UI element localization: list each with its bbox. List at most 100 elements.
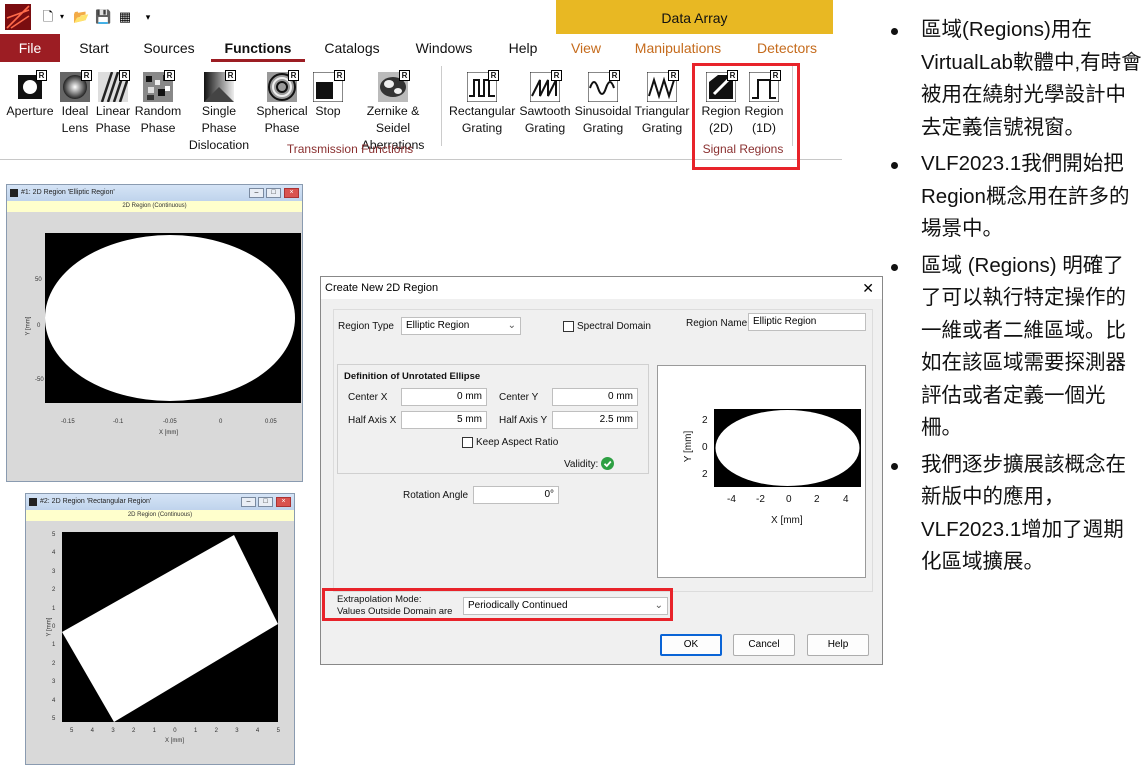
- triangular-grating-button[interactable]: R Triangular Grating: [634, 70, 690, 137]
- x-tick: 3: [111, 728, 115, 734]
- app-logo-icon[interactable]: [5, 4, 31, 30]
- linear-phase-icon: R: [98, 70, 132, 103]
- sinusoidal-grating-button[interactable]: R Sinusoidal Grating: [574, 70, 632, 137]
- tab-catalogs[interactable]: Catalogs: [320, 34, 384, 62]
- tab-windows[interactable]: Windows: [409, 34, 479, 62]
- center-y-input[interactable]: 0 mm: [552, 388, 638, 406]
- region-type-label: Region Type: [338, 321, 394, 332]
- chevron-down-icon[interactable]: ▾: [58, 9, 66, 25]
- window-icon: [10, 189, 18, 197]
- tab-help[interactable]: Help: [502, 34, 544, 62]
- dialog-title-bar[interactable]: Create New 2D Region ✕: [321, 277, 882, 299]
- spectral-domain-checkbox[interactable]: [563, 321, 574, 332]
- tab-sources[interactable]: Sources: [138, 34, 200, 62]
- x-tick: 2: [131, 728, 136, 734]
- x-tick: -0.15: [61, 419, 75, 425]
- tab-detectors[interactable]: Detectors: [752, 34, 822, 62]
- help-button[interactable]: Help: [807, 634, 869, 656]
- x-axis-label: X [mm]: [159, 430, 178, 436]
- rectangular-grating-button[interactable]: R Rectangular Grating: [449, 70, 515, 137]
- aperture-icon: R: [15, 70, 47, 102]
- aberrations-icon: R: [378, 70, 410, 102]
- y-axis-label: Y [mm]: [25, 316, 32, 336]
- group-separator: [441, 66, 442, 146]
- open-folder-icon[interactable]: 📂: [73, 9, 89, 25]
- close-icon[interactable]: ×: [276, 497, 291, 507]
- x-tick: 5: [276, 728, 280, 734]
- stop-button[interactable]: R Stop: [310, 70, 346, 120]
- window-icon: [29, 498, 37, 506]
- rotation-angle-input[interactable]: 0°: [473, 486, 559, 504]
- tab-manipulations[interactable]: Manipulations: [630, 34, 726, 62]
- ok-button[interactable]: OK: [660, 634, 722, 656]
- minimize-icon[interactable]: –: [241, 497, 256, 507]
- region-type-select[interactable]: Elliptic Region ⌄: [401, 317, 521, 335]
- minimize-icon[interactable]: –: [249, 188, 264, 198]
- tab-view[interactable]: View: [565, 34, 607, 62]
- x-tick: 5: [70, 728, 74, 734]
- linear-phase-button[interactable]: R Linear Phase: [94, 70, 132, 137]
- tab-functions[interactable]: Functions: [211, 34, 305, 62]
- x-tick: 1: [193, 728, 198, 734]
- window-title-bar[interactable]: #2: 2D Region 'Rectangular Region' – □ ×: [26, 494, 294, 510]
- rectangular-grating-icon: R: [466, 70, 499, 103]
- ribbon-tabs: File Start Sources Functions Catalogs Wi…: [0, 34, 842, 62]
- close-icon[interactable]: ✕: [862, 280, 874, 296]
- y-tick: 1: [52, 605, 56, 612]
- close-icon[interactable]: ×: [284, 188, 299, 198]
- window-title: #1: 2D Region 'Elliptic Region': [21, 189, 115, 196]
- preview-x-tick: -4: [727, 494, 736, 505]
- window-rectangular-region[interactable]: #2: 2D Region 'Rectangular Region' – □ ×…: [25, 493, 295, 765]
- region-name-label: Region Name: [686, 318, 748, 329]
- y-tick: 4: [52, 697, 56, 704]
- region-name-input[interactable]: Elliptic Region: [748, 313, 866, 331]
- center-x-input[interactable]: 0 mm: [401, 388, 487, 406]
- half-axis-x-input[interactable]: 5 mm: [401, 411, 487, 429]
- ideal-lens-button[interactable]: R Ideal Lens: [58, 70, 92, 137]
- random-phase-icon: R: [143, 70, 175, 102]
- new-file-icon[interactable]: 🗋: [40, 9, 56, 25]
- save-all-icon[interactable]: ▦: [117, 9, 133, 25]
- highlight-box-extrapolation: [322, 588, 673, 621]
- half-axis-x-label: Half Axis X: [348, 415, 397, 426]
- y-tick: 5: [52, 532, 56, 538]
- aperture-button[interactable]: R Aperture: [4, 70, 56, 120]
- spherical-phase-button[interactable]: R Spherical Phase: [256, 70, 308, 137]
- note-item: 區域 (Regions) 明確了了可以執行特定操作的一維或者二維區域。比如在該區…: [885, 250, 1143, 445]
- window-subtitle: 2D Region (Continuous): [26, 510, 294, 521]
- context-tab-header: Data Array: [556, 0, 833, 34]
- sawtooth-grating-button[interactable]: R Sawtooth Grating: [517, 70, 573, 137]
- preview-x-tick: -2: [756, 494, 765, 505]
- note-item: 區域(Regions)用在VirtualLab軟體中,有時會被用在繞射光學設計中…: [885, 14, 1143, 144]
- cancel-button[interactable]: Cancel: [733, 634, 795, 656]
- y-tick: 1: [52, 642, 56, 649]
- random-phase-button[interactable]: R Random Phase: [134, 70, 182, 137]
- ellipse-definition-label: Definition of Unrotated Ellipse: [344, 371, 481, 382]
- x-tick: 3: [235, 728, 239, 734]
- x-tick: -0.05: [163, 419, 177, 425]
- note-item: 我們逐步擴展該概念在新版中的應用，VLF2023.1增加了週期化區域擴展。: [885, 449, 1143, 579]
- half-axis-y-input[interactable]: 2.5 mm: [552, 411, 638, 429]
- tab-start[interactable]: Start: [68, 34, 120, 62]
- tab-file[interactable]: File: [0, 34, 60, 62]
- window-elliptic-region[interactable]: #1: 2D Region 'Elliptic Region' – □ × 2D…: [6, 184, 303, 482]
- rectangle-region-plot: [62, 532, 278, 722]
- preview-x-axis-label: X [mm]: [771, 515, 803, 526]
- preview-y-tick: 2: [702, 469, 708, 480]
- rotation-angle-label: Rotation Angle: [403, 490, 469, 501]
- ellipse-preview-plot: [714, 409, 861, 487]
- maximize-icon[interactable]: □: [258, 497, 273, 507]
- window-title-bar[interactable]: #1: 2D Region 'Elliptic Region' – □ ×: [7, 185, 302, 201]
- x-tick: -0.1: [113, 419, 124, 425]
- maximize-icon[interactable]: □: [266, 188, 281, 198]
- y-tick: 2: [52, 587, 56, 594]
- x-tick: 4: [255, 728, 260, 734]
- customize-toolbar-icon[interactable]: ▾: [140, 9, 156, 25]
- highlight-box-signal-regions: [692, 63, 800, 170]
- preview-y-tick: 2: [702, 415, 708, 426]
- y-tick: -50: [35, 377, 44, 383]
- keep-aspect-ratio-checkbox[interactable]: [462, 437, 473, 448]
- x-tick: 0: [219, 419, 223, 425]
- validity-label: Validity:: [564, 459, 599, 470]
- save-icon[interactable]: 💾: [95, 9, 111, 25]
